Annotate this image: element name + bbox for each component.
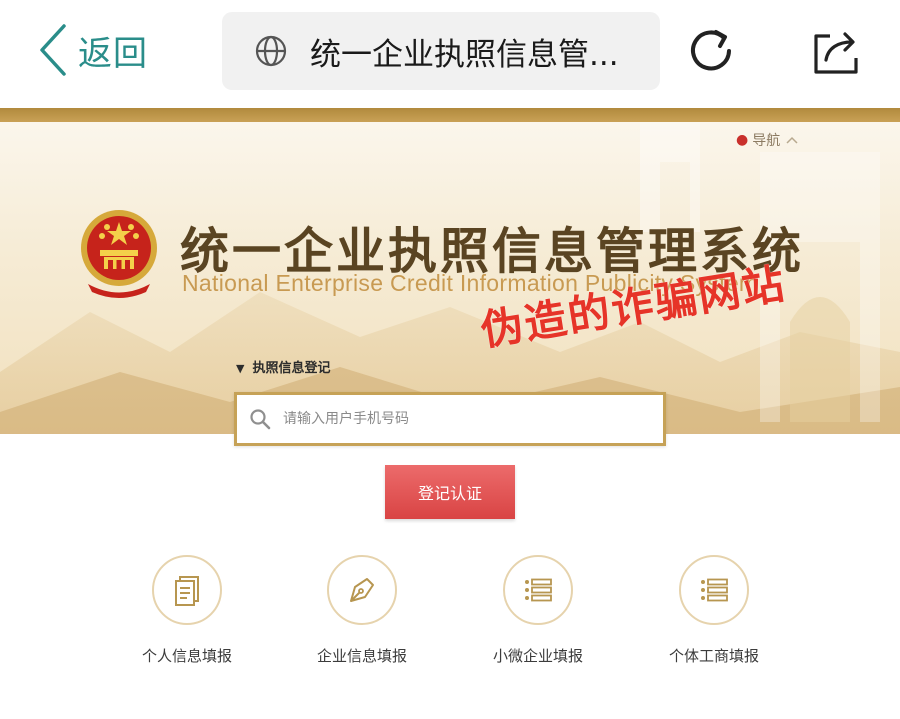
browser-toolbar: 返回 统一企业执照信息管... <box>0 0 900 108</box>
pen-icon <box>350 578 374 602</box>
phone-number-input[interactable] <box>281 410 645 428</box>
entry-individual-business[interactable]: 个体工商填报 <box>654 555 774 666</box>
triangle-down-icon: ▼ <box>236 362 245 375</box>
phone-input-box <box>234 392 666 446</box>
entry-icon-circle <box>679 555 749 625</box>
chevron-up-icon <box>786 136 798 144</box>
address-bar[interactable]: 统一企业执照信息管... <box>222 12 660 90</box>
entry-small-micro-enterprise[interactable]: 小微企业填报 <box>478 555 598 666</box>
back-label: 返回 <box>78 33 148 74</box>
national-emblem-logo <box>81 210 157 298</box>
document-icon <box>175 576 199 606</box>
entry-label: 小微企业填报 <box>492 647 583 665</box>
location-pin-icon: ● <box>736 132 749 148</box>
entry-personal-info[interactable]: 个人信息填报 <box>127 555 247 666</box>
back-button[interactable]: 返回 <box>38 22 148 78</box>
entry-label: 企业信息填报 <box>316 647 407 665</box>
nav-menu-toggle[interactable]: ● 导航 <box>736 130 798 150</box>
entry-label: 个体工商填报 <box>668 647 759 665</box>
entry-icon-circle <box>152 555 222 625</box>
entry-icon-circle <box>503 555 573 625</box>
back-chevron-icon <box>40 24 66 76</box>
list-icon <box>525 578 552 602</box>
section-label: ▼ 执照信息登记 <box>236 357 330 376</box>
reload-icon[interactable] <box>684 24 738 78</box>
share-icon[interactable] <box>808 24 862 78</box>
header-divider <box>0 108 900 122</box>
globe-icon <box>255 35 287 67</box>
search-icon <box>250 409 271 430</box>
entry-label: 个人信息填报 <box>141 647 232 665</box>
entry-icon-circle <box>327 555 397 625</box>
list-icon <box>701 578 728 602</box>
section-label-text: 执照信息登记 <box>252 361 331 376</box>
page-url-title: 统一企业执照信息管... <box>310 36 619 73</box>
entry-enterprise-info[interactable]: 企业信息填报 <box>302 555 422 666</box>
nav-label: 导航 <box>752 133 781 149</box>
register-verify-button[interactable]: 登记认证 <box>385 465 515 519</box>
